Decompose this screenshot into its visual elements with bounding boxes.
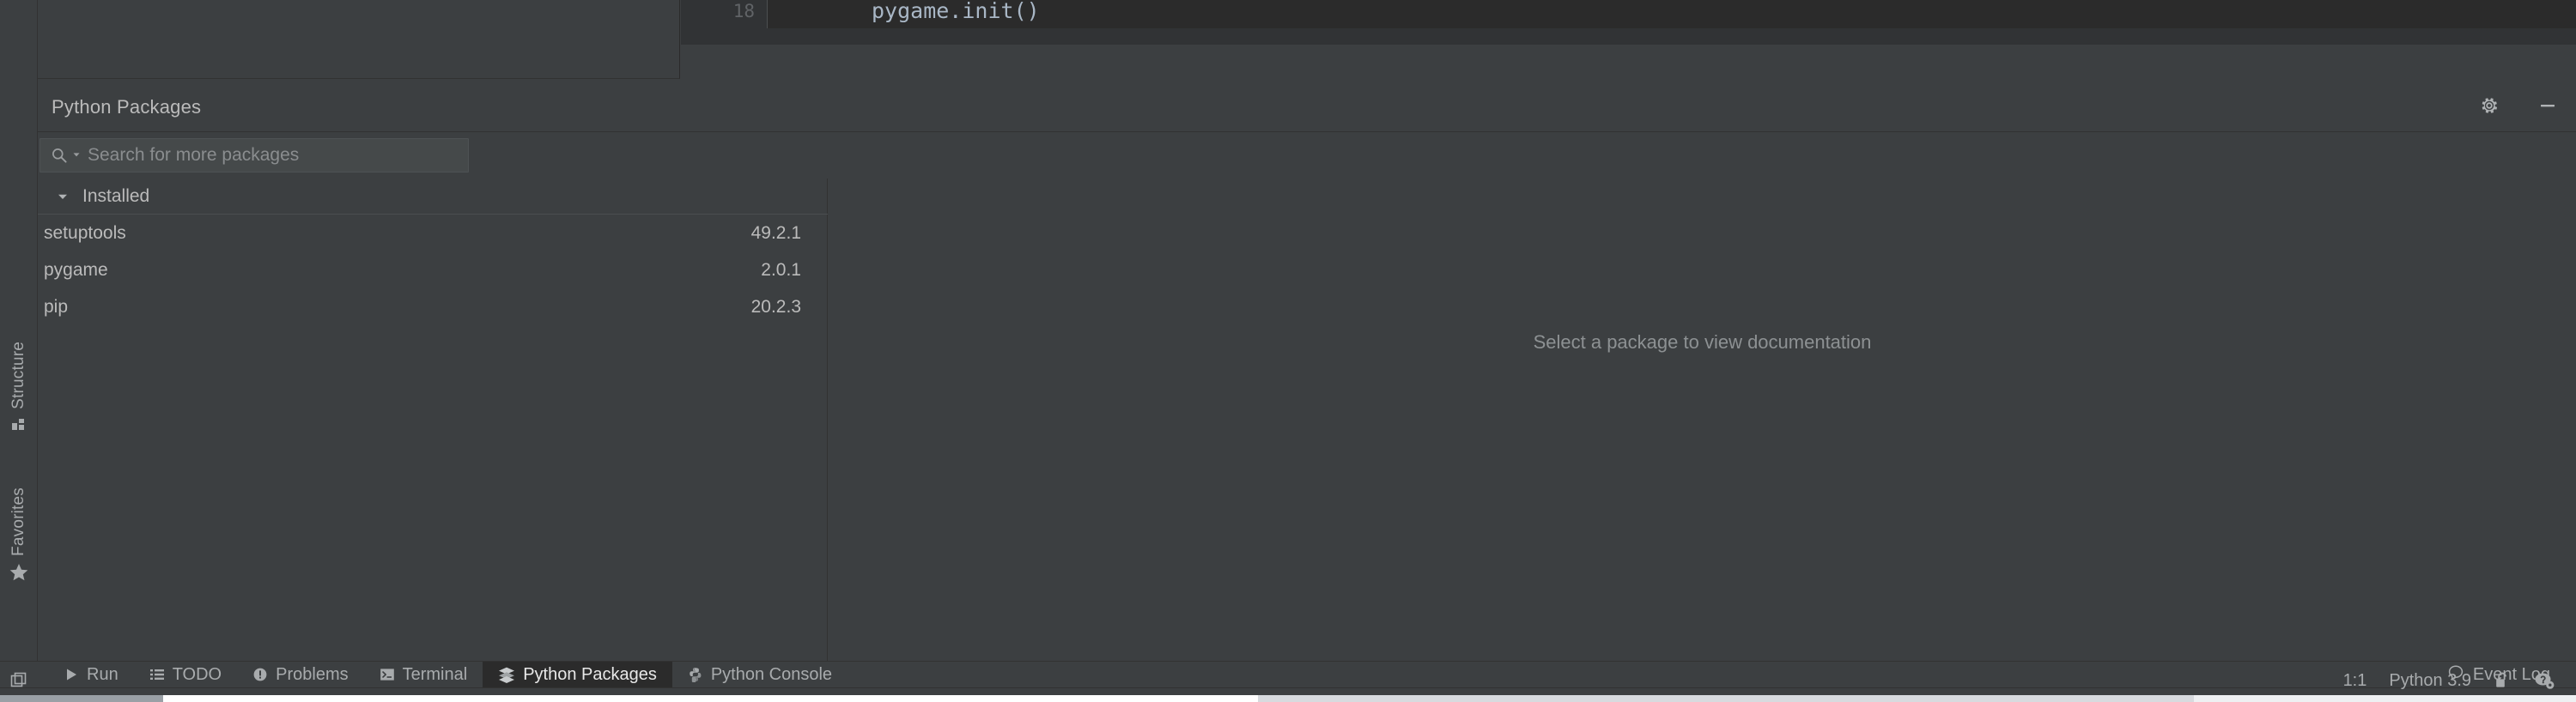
package-row[interactable]: setuptools 49.2.1 xyxy=(38,215,828,251)
sidebar-item-favorites[interactable]: Favorites xyxy=(0,487,38,585)
installed-group-header[interactable]: Installed xyxy=(38,179,828,215)
tool-window-header: Python Packages xyxy=(38,82,2576,132)
package-name: pip xyxy=(44,296,69,317)
package-name: setuptools xyxy=(44,222,126,243)
status-bar-right: 1:1 Python 3.9 xyxy=(2343,671,2576,691)
os-strip-segment xyxy=(163,695,1258,702)
chevron-down-icon[interactable] xyxy=(72,148,81,163)
sidebar-item-structure-label: Structure xyxy=(9,342,27,409)
structure-grid-icon xyxy=(11,416,27,436)
search-input[interactable] xyxy=(88,145,468,166)
status-bar-inner: 1:1 Python 3.9 xyxy=(0,663,2576,699)
editor-lower-strip-2 xyxy=(681,45,2576,79)
minimize-icon xyxy=(2537,95,2558,120)
settings-button[interactable] xyxy=(2475,93,2504,122)
os-taskbar-strip xyxy=(0,695,2576,702)
os-strip-segment xyxy=(2194,695,2576,702)
editor-strip: 18 pygame.init() xyxy=(0,0,2576,82)
os-strip-segment xyxy=(1258,695,2194,702)
search-icon xyxy=(51,147,68,164)
package-version: 20.2.3 xyxy=(750,296,801,317)
editor-line-number: 18 xyxy=(732,1,755,21)
package-name: pygame xyxy=(44,259,108,280)
minimize-button[interactable] xyxy=(2533,93,2562,122)
package-list: setuptools 49.2.1 pygame 2.0.1 pip 20.2.3 xyxy=(38,215,828,325)
star-icon xyxy=(9,563,28,585)
package-list-column: Installed setuptools 49.2.1 pygame 2.0.1 pip… xyxy=(38,179,828,661)
package-row[interactable]: pygame 2.0.1 xyxy=(38,251,828,288)
chevron-down-icon[interactable] xyxy=(57,191,69,203)
unlocked-padlock-icon[interactable] xyxy=(2494,671,2511,690)
tool-window-header-actions xyxy=(2475,93,2562,122)
caret-position[interactable]: 1:1 xyxy=(2343,671,2367,691)
sidebar-item-favorites-label: Favorites xyxy=(9,487,27,556)
editor-code-line: pygame.init() xyxy=(872,0,1040,23)
os-strip-segment xyxy=(0,695,163,702)
documentation-placeholder: Select a package to view documentation xyxy=(1533,331,1872,353)
interpreter-indicator[interactable]: Python 3.9 xyxy=(2389,671,2471,691)
installed-group-label: Installed xyxy=(82,185,150,206)
package-version: 49.2.1 xyxy=(750,222,801,243)
package-row[interactable]: pip 20.2.3 xyxy=(38,288,828,325)
layout-icon[interactable] xyxy=(9,670,29,691)
project-pane-bottom-edge xyxy=(38,0,680,79)
search-box[interactable] xyxy=(39,138,469,172)
search-row xyxy=(38,132,2576,179)
gear-icon xyxy=(2479,95,2500,120)
help-gear-icon[interactable] xyxy=(2533,671,2555,690)
tool-window-title: Python Packages xyxy=(52,96,202,118)
sidebar-item-structure[interactable]: Structure xyxy=(0,342,38,436)
python-packages-tool-window: Python Packages Search for more packages… xyxy=(38,82,2576,661)
left-tool-sidebar: Structure Favorites xyxy=(0,0,38,661)
package-version: 2.0.1 xyxy=(761,259,801,280)
ide-window: 18 pygame.init() Structure Favorites Pyt… xyxy=(0,0,2576,702)
documentation-panel: Select a package to view documentation xyxy=(829,179,2576,661)
